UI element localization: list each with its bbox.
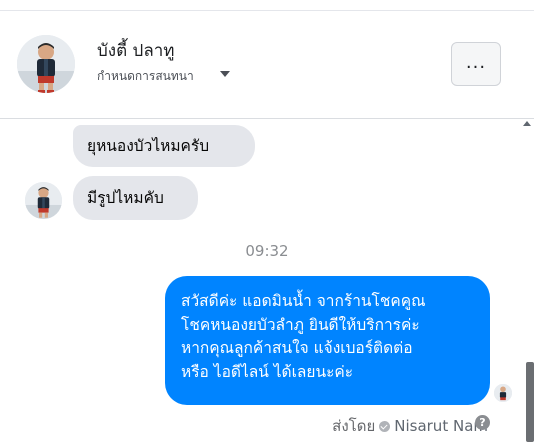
verified-check-icon <box>379 421 391 432</box>
scroll-up-arrow-icon[interactable] <box>523 121 531 126</box>
outgoing-message-line: หรือ ไอดีไลน์ ได้เลยนะค่ะ <box>181 362 354 381</box>
more-options-button[interactable]: ... <box>451 42 501 86</box>
contact-avatar[interactable] <box>17 35 75 93</box>
message-timestamp: 09:32 <box>245 242 289 260</box>
sent-by-info: ส่งโดย Nisarut Nam <box>332 414 488 438</box>
help-icon[interactable]: ? <box>475 415 490 430</box>
sent-by-label: ส่งโดย <box>332 417 376 435</box>
scrollbar-thumb[interactable] <box>526 362 534 442</box>
outgoing-message-line: หากคุณลูกค้าสนใจ แจ้งเบอร์ติดต่อ <box>181 339 413 357</box>
outgoing-message-line: สวัสดีค่ะ แอดมินน้ำ จากร้านโชคคูณ <box>181 292 426 310</box>
contact-name[interactable]: บังตี้ ปลาทู <box>97 37 175 64</box>
more-options-icon: ... <box>465 52 487 73</box>
child-photo-icon <box>494 384 512 402</box>
conversation-window: บังตี้ ปลาทู กำหนดการสนทนา ... ยุหนองบัว… <box>0 0 534 448</box>
conversation-schedule-label[interactable]: กำหนดการสนทนา <box>97 67 194 86</box>
contact-avatar-small[interactable] <box>25 182 62 219</box>
top-divider <box>0 10 534 11</box>
child-photo-icon <box>17 35 75 93</box>
outgoing-message: สวัสดีค่ะ แอดมินน้ำ จากร้านโชคคูณ โชคหนอ… <box>165 276 490 405</box>
sender-name[interactable]: Nisarut Nam <box>394 417 488 435</box>
child-photo-icon <box>25 182 62 219</box>
conversation-header: บังตี้ ปลาทู กำหนดการสนทนา ... <box>0 0 534 119</box>
outgoing-message-line: โชคหนองยบัวลำภู ยินดีให้บริการค่ะ <box>181 315 420 334</box>
incoming-message: ยุหนองบัวไหมครับ <box>73 125 255 167</box>
seen-by-avatar <box>494 384 512 402</box>
incoming-message: มีรูปไหมคับ <box>73 176 198 220</box>
chevron-down-icon[interactable] <box>220 71 230 77</box>
